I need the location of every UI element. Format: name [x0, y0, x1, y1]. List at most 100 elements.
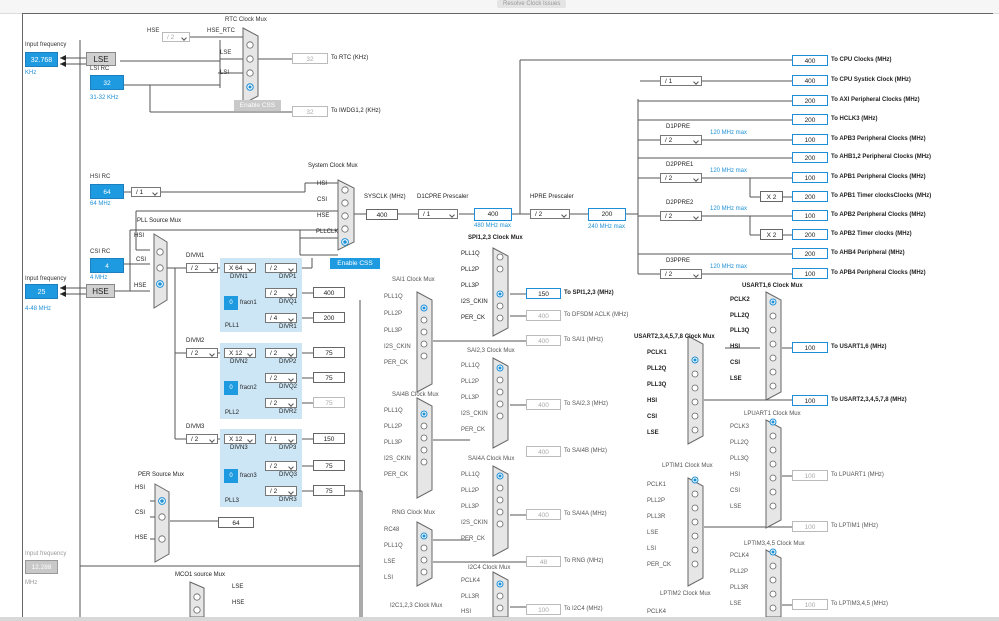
pll3q-output[interactable]: 75 — [313, 460, 345, 471]
divp1-select[interactable]: / 2 — [265, 263, 297, 273]
apb1-output[interactable]: 100 — [792, 172, 828, 183]
d2ppre1-select[interactable]: / 2 — [660, 173, 702, 183]
divp2-label: DIVP2 — [279, 359, 297, 365]
d1ppre-select[interactable]: / 2 — [660, 135, 702, 145]
divn3-select[interactable]: X 12 — [224, 434, 256, 444]
pll3r-output[interactable]: 75 — [313, 485, 345, 496]
fracn1-value[interactable]: 0 — [224, 296, 238, 310]
divm3-select[interactable]: / 2 — [186, 434, 218, 444]
pll2r-output[interactable]: 75 — [313, 397, 345, 408]
sai23-in-4: I2S_CKIN — [461, 411, 488, 417]
rtc-enable-css-button[interactable]: Enable CSS — [234, 100, 281, 111]
fracn3-label: fracn3 — [240, 473, 257, 479]
lptim345-output[interactable]: 100 — [792, 599, 828, 610]
d1cpre-label: D1CPRE Prescaler — [417, 194, 469, 200]
hse-frequency-input[interactable]: 25 — [25, 284, 58, 299]
divm1-select[interactable]: / 2 — [186, 263, 218, 273]
rtc-hse-divider-select[interactable]: / 2 — [162, 32, 190, 42]
pll1r-output[interactable]: 200 — [313, 312, 345, 323]
sai23-in-3: PLL3P — [461, 395, 480, 401]
i2c4-output[interactable]: 100 — [526, 604, 561, 615]
per-output[interactable]: 64 — [218, 517, 254, 528]
csi-value[interactable]: 4 — [90, 258, 124, 273]
divq2-select[interactable]: / 2 — [265, 373, 297, 383]
lpuart1-in-2: PLL2Q — [730, 440, 749, 446]
divn2-select[interactable]: X 12 — [224, 348, 256, 358]
divp3-select[interactable]: / 1 — [265, 434, 297, 444]
apb1-label: To APB1 Peripheral Clocks (MHz) — [831, 174, 926, 180]
pll3p-output[interactable]: 150 — [313, 433, 345, 444]
sai4a-in-4: I2S_CKIN — [461, 520, 488, 526]
apb2-timer-output[interactable]: 200 — [792, 229, 828, 240]
ahb12-output[interactable]: 200 — [792, 152, 828, 163]
divq3-select[interactable]: / 2 — [265, 461, 297, 471]
divp2-select[interactable]: / 2 — [265, 348, 297, 358]
sai1-output[interactable]: 400 — [526, 335, 561, 346]
sai4a-output[interactable]: 400 — [526, 509, 561, 520]
d2ppre2-select[interactable]: / 2 — [660, 211, 702, 221]
axi-clock-output[interactable]: 200 — [792, 95, 828, 106]
divr2-label: DIVR2 — [279, 409, 297, 415]
dfsdm-output[interactable]: 400 — [526, 310, 561, 321]
axi-clock-label: To AXI Peripheral Clocks (MHz) — [831, 97, 920, 103]
usart2-output[interactable]: 100 — [792, 395, 828, 406]
sai23-in-1: PLL1Q — [461, 363, 480, 369]
d1cpre-output[interactable]: 400 — [474, 208, 512, 221]
sysclk-label: SYSCLK (MHz) — [364, 194, 406, 200]
apb4-output[interactable]: 100 — [792, 268, 828, 279]
lse-frequency-input[interactable]: 32.768 — [25, 52, 58, 67]
lpuart1-output[interactable]: 100 — [792, 470, 828, 481]
hpre-select[interactable]: / 2 — [530, 209, 570, 219]
divm2-select[interactable]: / 2 — [186, 348, 218, 358]
divq1-select[interactable]: / 2 — [265, 288, 297, 298]
fracn3-value[interactable]: 0 — [224, 469, 238, 483]
spi123-output[interactable]: 150 — [526, 288, 561, 299]
hsi-divider-select[interactable]: / 1 — [131, 187, 161, 197]
divm2-label: DIVM2 — [186, 338, 205, 344]
ahb4-output[interactable]: 200 — [792, 248, 828, 259]
d3ppre-label: D3PPRE — [666, 258, 691, 264]
per-in-csi: CSI — [135, 510, 146, 516]
divr3-label: DIVR3 — [279, 497, 297, 503]
sai23-output[interactable]: 400 — [526, 399, 561, 410]
fracn2-value[interactable]: 0 — [224, 381, 238, 395]
pll2p-output[interactable]: 75 — [313, 347, 345, 358]
lsi-title: LSI RC — [90, 66, 110, 72]
cpu-clock-output[interactable]: 400 — [792, 55, 828, 66]
hclk-output[interactable]: 200 — [588, 208, 626, 221]
divr3-select[interactable]: / 2 — [265, 486, 297, 496]
sysclk-value[interactable]: 400 — [366, 209, 398, 220]
lpuart1-in-4: HSI — [730, 472, 741, 478]
usart16-output[interactable]: 100 — [792, 342, 828, 353]
apb3-output[interactable]: 100 — [792, 134, 828, 145]
sysclk-in-hse: HSE — [317, 213, 330, 219]
lptim1-output-label: To LPTIM1 (MHz) — [831, 523, 879, 529]
hsi-value[interactable]: 64 — [90, 184, 124, 199]
pll2q-output[interactable]: 75 — [313, 372, 345, 383]
usart16-in-3: PLL3Q — [730, 328, 750, 334]
apb1-timer-output[interactable]: 200 — [792, 191, 828, 202]
mco1-in-lse: LSE — [232, 584, 244, 590]
sysclk-enable-css-button[interactable]: Enable CSS — [330, 258, 380, 269]
d3ppre-max: 120 MHz max — [710, 264, 748, 270]
d1cpre-select[interactable]: / 1 — [418, 209, 458, 219]
divr1-select[interactable]: / 4 — [265, 313, 297, 323]
pll1q-output[interactable]: 400 — [313, 287, 345, 298]
lptim1-output[interactable]: 100 — [792, 521, 828, 532]
hpre-max: 240 MHz max — [588, 224, 626, 230]
horizontal-scrollbar[interactable] — [0, 617, 999, 621]
systick-divider-select[interactable]: / 1 — [660, 76, 702, 86]
divn1-select[interactable]: X 64 — [224, 263, 256, 273]
sai4a-output-label: To SAI4A (MHz) — [564, 511, 607, 517]
ext-frequency-input[interactable]: 12.288 — [25, 560, 58, 574]
lsi-value[interactable]: 32 — [90, 75, 124, 90]
hclk3-output[interactable]: 200 — [792, 114, 828, 125]
apb2-output[interactable]: 100 — [792, 210, 828, 221]
sai4b-output[interactable]: 400 — [526, 446, 561, 457]
cpu-systick-output[interactable]: 400 — [792, 75, 828, 86]
divr2-select[interactable]: / 2 — [265, 398, 297, 408]
rng-output[interactable]: 48 — [526, 556, 561, 567]
cpu-systick-label: To CPU Systick Clock (MHz) — [831, 77, 911, 83]
d3ppre-select[interactable]: / 2 — [660, 269, 702, 279]
lptim1-in-1: PCLK1 — [647, 482, 667, 488]
